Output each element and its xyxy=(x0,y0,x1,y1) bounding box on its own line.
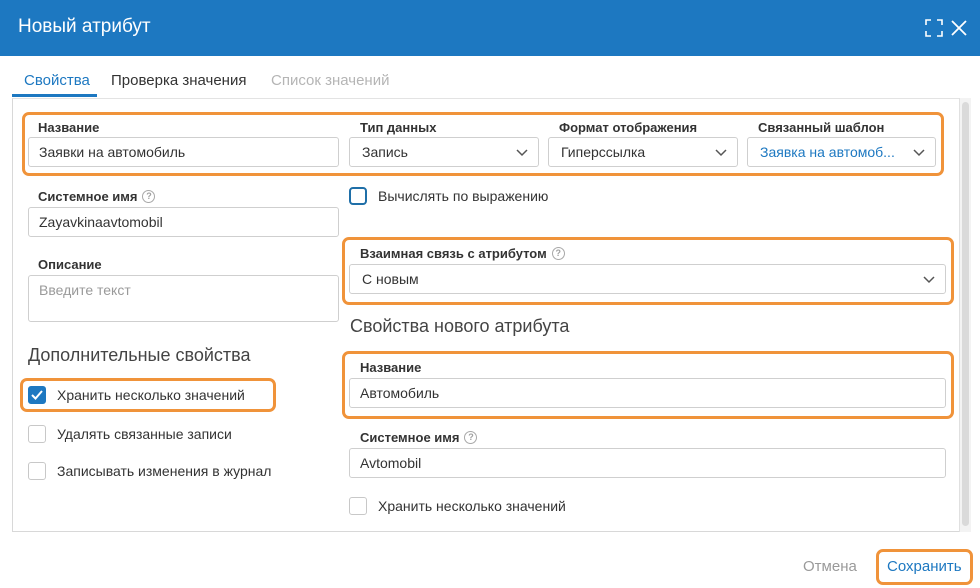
tab-bar: Свойства Проверка значения Список значен… xyxy=(12,56,972,98)
new-attribute-system-name-input[interactable]: Avtomobil xyxy=(349,448,946,478)
log-changes-checkbox[interactable]: Записывать изменения в журнал xyxy=(28,462,271,480)
chevron-down-icon xyxy=(923,276,935,284)
new-attribute-name-input[interactable]: Автомобиль xyxy=(349,378,946,408)
mutual-link-select[interactable]: С новым xyxy=(349,264,946,294)
checkbox-box[interactable] xyxy=(28,425,46,443)
checkmark-icon xyxy=(31,390,43,400)
system-name-label: Системное имя ? xyxy=(38,189,156,204)
dialog-title-bar: Новый атрибут xyxy=(0,0,980,56)
checkbox-box[interactable] xyxy=(28,462,46,480)
scrollbar-thumb[interactable] xyxy=(962,102,969,526)
new-attribute-properties-title: Свойства нового атрибута xyxy=(350,316,570,336)
chevron-down-icon xyxy=(715,149,727,157)
store-multiple-values-checkbox[interactable]: Хранить несколько значений xyxy=(28,386,245,404)
new-attribute-dialog: Новый атрибут Свойства Проверка значения… xyxy=(0,0,980,588)
system-name-input[interactable]: Zayavkinaavtomobil xyxy=(28,207,339,237)
compute-by-expression-checkbox[interactable]: Вычислять по выражению xyxy=(349,187,548,205)
chevron-down-icon xyxy=(516,149,528,157)
save-button[interactable]: Сохранить xyxy=(887,558,962,575)
checkbox-box[interactable] xyxy=(349,497,367,515)
display-format-select[interactable]: Гиперссылка xyxy=(548,137,738,167)
tab-value-list: Список значений xyxy=(271,72,390,89)
new-attribute-system-name-label: Системное имя ? xyxy=(360,430,478,445)
help-icon[interactable]: ? xyxy=(551,247,565,260)
linked-template-label: Связанный шаблон xyxy=(758,120,885,135)
description-textarea[interactable]: Введите текст xyxy=(28,275,339,322)
checkbox-box[interactable] xyxy=(349,187,367,205)
panel-scrollbar[interactable] xyxy=(959,98,971,532)
name-input[interactable]: Заявки на автомобиль xyxy=(28,137,339,167)
delete-linked-records-checkbox[interactable]: Удалять связанные записи xyxy=(28,425,232,443)
close-icon[interactable] xyxy=(948,17,970,39)
cancel-button[interactable]: Отмена xyxy=(803,558,857,575)
display-format-label: Формат отображения xyxy=(559,120,698,135)
help-icon[interactable]: ? xyxy=(142,190,156,203)
dialog-title: Новый атрибут xyxy=(18,16,151,37)
help-icon[interactable]: ? xyxy=(464,431,478,444)
tab-value-check[interactable]: Проверка значения xyxy=(111,72,246,89)
chevron-down-icon xyxy=(913,149,925,157)
tab-properties[interactable]: Свойства xyxy=(24,72,90,89)
checkbox-box[interactable] xyxy=(28,386,46,404)
new-attribute-multiple-values-checkbox[interactable]: Хранить несколько значений xyxy=(349,497,566,515)
maximize-icon[interactable] xyxy=(923,17,945,39)
data-type-label: Тип данных xyxy=(360,120,437,135)
new-attribute-name-label: Название xyxy=(360,360,422,375)
linked-template-select[interactable]: Заявка на автомоб... xyxy=(747,137,936,167)
additional-properties-title: Дополнительные свойства xyxy=(28,345,251,365)
mutual-link-label: Взаимная связь с атрибутом ? xyxy=(360,246,565,261)
active-tab-indicator xyxy=(12,94,97,97)
name-label: Название xyxy=(38,120,100,135)
description-label: Описание xyxy=(38,257,102,272)
data-type-select[interactable]: Запись xyxy=(349,137,539,167)
